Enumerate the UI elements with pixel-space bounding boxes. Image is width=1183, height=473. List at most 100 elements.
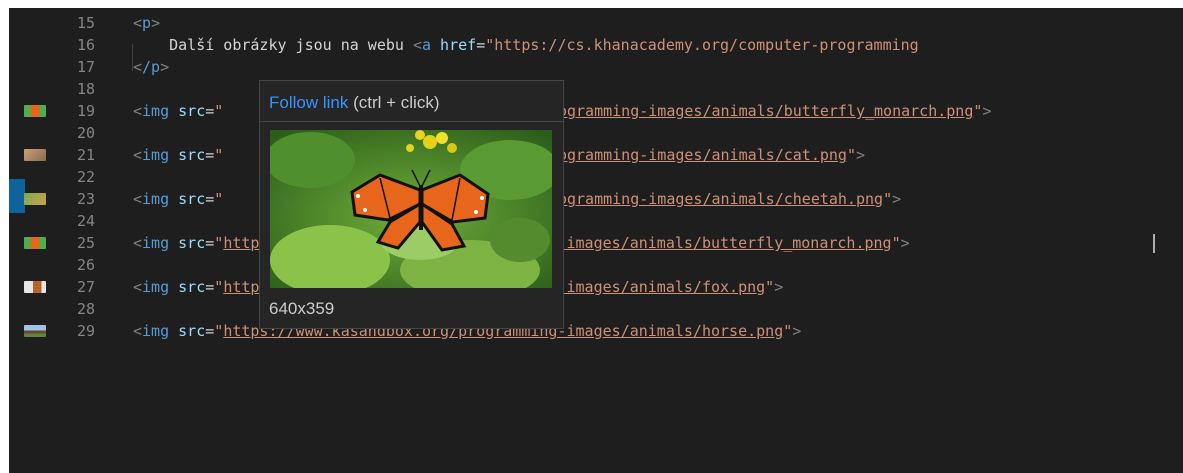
code-line-27[interactable]: 27<img src="https://www.kasandbox.org/pr… [9, 276, 1183, 298]
tag-bracket: < [133, 58, 143, 76]
code-line-17[interactable]: 17 </p> [9, 56, 1183, 78]
tag-bracket: > [160, 58, 170, 76]
equals-sign: = [205, 322, 215, 340]
code-line-25[interactable]: 25<img src="https://www.kasandbox.org/pr… [9, 232, 1183, 254]
string-quote: " [783, 322, 793, 340]
line-number: 16 [76, 36, 95, 54]
follow-link-hint: (ctrl + click) [348, 93, 440, 112]
attribute-name: href [431, 36, 477, 54]
string-quote: " [214, 322, 224, 340]
tag-bracket: > [151, 14, 161, 32]
code-editor[interactable]: 15 <p> 16 Další obrázky jsou na webu <a hr… [9, 8, 1183, 473]
tag-bracket: < [133, 278, 143, 296]
tag-name: img [142, 146, 170, 164]
code-line-28[interactable]: 28 [9, 298, 1183, 320]
tag-name: img [142, 190, 170, 208]
string-quote: " [214, 278, 224, 296]
attribute-name: src [169, 146, 206, 164]
line-number: 24 [76, 212, 95, 230]
butterfly-thumbnail [24, 105, 46, 117]
code-line-23[interactable]: 23 <img src="/programming-images/animals/… [9, 188, 1183, 210]
code-line-29[interactable]: 29 <img src="https://www.kasandbox.org/pr… [9, 320, 1183, 342]
tag-bracket: > [900, 234, 910, 252]
code-line-16[interactable]: 16 Další obrázky jsou na webu <a href="h… [9, 34, 1183, 56]
attribute-value: "https://cs.khanacademy.org/computer-pro… [485, 36, 919, 54]
code-line-15[interactable]: 15 <p> [9, 12, 1183, 34]
attribute-name: src [169, 190, 206, 208]
line-number: 22 [76, 168, 95, 186]
follow-link-row: Follow link (ctrl + click) [269, 93, 440, 113]
attribute-name: src [169, 322, 206, 340]
follow-link[interactable]: Follow link [269, 93, 348, 112]
equals-sign: = [205, 102, 215, 120]
tag-name: img [142, 234, 170, 252]
equals-sign: = [205, 234, 215, 252]
tag-bracket: > [982, 102, 992, 120]
image-url[interactable]: /programming-images/animals/cat.png [531, 146, 847, 164]
cheetah-thumbnail [24, 193, 46, 205]
line-number: 29 [76, 322, 95, 340]
string-quote: " [883, 190, 893, 208]
tag-bracket: < [133, 146, 143, 164]
tag-bracket: < [133, 322, 143, 340]
attribute-name: src [169, 278, 206, 296]
code-line-24[interactable]: 24 [9, 210, 1183, 232]
tag-bracket: < [133, 234, 143, 252]
tag-bracket: < [133, 102, 143, 120]
tag-bracket: > [792, 322, 802, 340]
string-quote: " [765, 278, 775, 296]
tag-bracket: > [855, 146, 865, 164]
code-line-21[interactable]: 21 <img src="/programming-images/animals/… [9, 144, 1183, 166]
attribute-name: src [169, 102, 206, 120]
line-number: 19 [76, 102, 95, 120]
butterfly-preview-image [270, 130, 552, 288]
cat-thumbnail [24, 149, 46, 161]
code-content: <p> [133, 12, 160, 34]
butterfly-thumbnail [24, 237, 46, 249]
string-quote: " [214, 146, 224, 164]
code-line-19[interactable]: 19 <img src=" /programming-images/animals/… [9, 100, 1183, 122]
string-quote: " [846, 146, 856, 164]
link-hover-popup: Follow link (ctrl + click) 640x359 [259, 80, 564, 329]
string-quote: " [214, 102, 224, 120]
line-number: 25 [76, 234, 95, 252]
tag-bracket: < [133, 190, 143, 208]
line-number: 18 [76, 80, 95, 98]
line-number: 17 [76, 58, 95, 76]
line-number: 28 [76, 300, 95, 318]
attribute-name: src [169, 234, 206, 252]
string-quote: " [214, 190, 224, 208]
image-url[interactable]: /programming-images/animals/cheetah.png [531, 190, 883, 208]
tag-bracket: > [774, 278, 784, 296]
code-line-26[interactable]: 26 [9, 254, 1183, 276]
tag-name: img [142, 322, 170, 340]
line-number: 26 [76, 256, 95, 274]
tag-name: img [142, 278, 170, 296]
code-line-20[interactable]: 20 [9, 122, 1183, 144]
line-number: 20 [76, 124, 95, 142]
equals-sign: = [476, 36, 486, 54]
image-dimensions: 640x359 [269, 299, 335, 318]
popup-divider [260, 121, 563, 122]
code-line-18[interactable]: 18 [9, 78, 1183, 100]
string-quote: " [214, 234, 224, 252]
tag-bracket: < [133, 14, 143, 32]
code-content: Další obrázky jsou na webu <a href="http… [133, 34, 919, 56]
equals-sign: = [205, 190, 215, 208]
string-quote: " [891, 234, 901, 252]
line-number: 21 [76, 146, 95, 164]
text-content: Další obrázky jsou na webu [133, 36, 413, 54]
tag-bracket: < [412, 36, 422, 54]
equals-sign: = [205, 146, 215, 164]
code-line-22[interactable]: 22 [9, 166, 1183, 188]
equals-sign: = [205, 278, 215, 296]
code-content: </p> [133, 56, 169, 78]
tag-name: /p [142, 58, 161, 76]
text-cursor [1153, 234, 1155, 253]
image-preview [270, 130, 552, 288]
image-url[interactable]: /programming-images/animals/butterfly_mo… [531, 102, 974, 120]
tag-name: p [142, 14, 152, 32]
tag-bracket: > [892, 190, 902, 208]
tag-name: a [422, 36, 432, 54]
line-number: 23 [76, 190, 95, 208]
